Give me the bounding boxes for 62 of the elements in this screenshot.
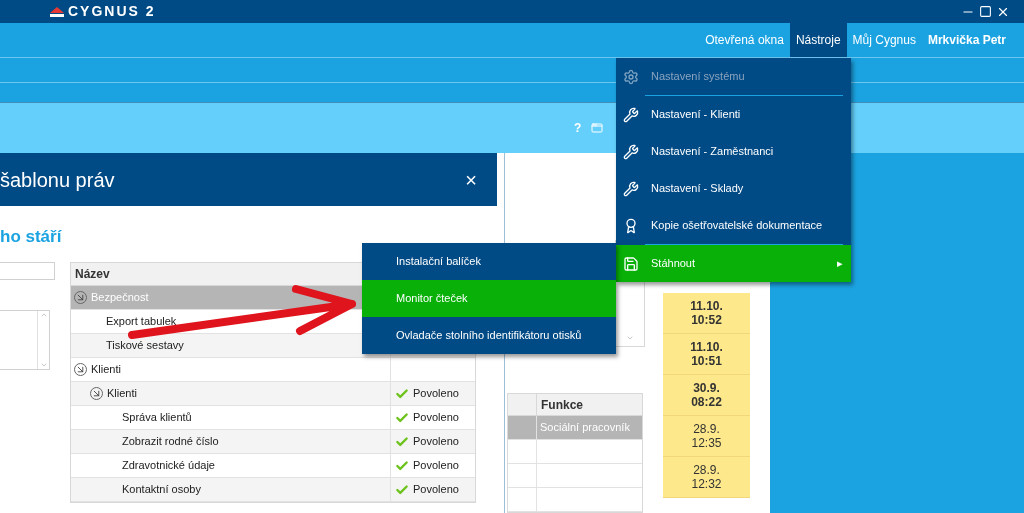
scroll-down-icon[interactable] xyxy=(626,334,634,342)
menu-item[interactable]: Nastavení - Zaměstnanci xyxy=(616,133,851,170)
row-label: Kontaktní osoby xyxy=(122,482,201,498)
rosette-icon xyxy=(623,217,639,234)
table-row[interactable]: Správa klientů Povoleno xyxy=(71,406,475,430)
permission-value: Povoleno xyxy=(413,386,459,402)
check-icon xyxy=(395,410,409,425)
table-row[interactable] xyxy=(508,488,642,512)
input-field[interactable] xyxy=(0,262,55,280)
maximize-icon[interactable] xyxy=(979,4,992,18)
wrench-icon xyxy=(623,180,639,197)
time-cell: 30.9. 08:22 xyxy=(663,375,750,416)
wrench-icon xyxy=(623,143,639,160)
table-row[interactable]: Zobrazit rodné číslo Povoleno xyxy=(71,430,475,454)
nav-label: Mrkvička Petr xyxy=(927,33,1006,47)
table-row[interactable]: Zdravotnické údaje Povoleno xyxy=(71,454,475,478)
gear-icon xyxy=(623,68,639,85)
table-row[interactable] xyxy=(508,464,642,488)
row-label: Tiskové sestavy xyxy=(106,338,184,354)
check-icon xyxy=(395,482,409,497)
row-label: Export tabulek xyxy=(106,314,177,330)
nav-label: Nástroje xyxy=(795,33,841,47)
menu-item[interactable]: Nastavení - Sklady xyxy=(616,170,851,207)
menu-item[interactable]: Nastavení - Klienti xyxy=(616,96,851,133)
row-label: Správa klientů xyxy=(122,410,192,426)
section-heading: ho stáří xyxy=(0,227,62,246)
table-row[interactable]: Klienti Povoleno xyxy=(71,382,475,406)
dialog-title: šablonu práv xyxy=(0,167,115,193)
table-row[interactable]: Kontaktní osoby Povoleno xyxy=(71,478,475,502)
row-label: Zdravotnické údaje xyxy=(122,458,215,474)
table-row[interactable] xyxy=(508,440,642,464)
time-cell: 28.9. 12:32 xyxy=(663,457,750,498)
scroll-up-icon[interactable] xyxy=(39,311,48,319)
scroll-down-icon[interactable] xyxy=(39,361,48,369)
column-header: Název xyxy=(74,266,111,283)
permission-value: Povoleno xyxy=(413,482,459,498)
nav-label: Můj Cygnus xyxy=(852,33,916,47)
wrench-icon xyxy=(623,106,639,123)
nav-label: Otevřená okna xyxy=(705,33,784,47)
nav-menu-item[interactable]: Nástroje xyxy=(789,23,847,57)
check-icon xyxy=(395,458,409,473)
close-button[interactable]: × xyxy=(465,169,477,190)
table-cell-text: Sociální pracovník xyxy=(539,420,631,436)
row-label: Klienti xyxy=(91,362,121,378)
row-label: Klienti xyxy=(107,386,137,402)
row-label: Bezpečnost xyxy=(91,290,149,306)
permission-value: Povoleno xyxy=(413,458,459,474)
menu-item[interactable]: Kopie ošetřovatelské dokumentace xyxy=(616,207,851,244)
window-icon[interactable] xyxy=(591,122,604,134)
row-label: Zobrazit rodné číslo xyxy=(122,434,219,450)
column-header: Funkce xyxy=(540,396,584,414)
menu-item[interactable]: Instalační balíček xyxy=(362,243,616,280)
check-icon xyxy=(395,386,409,401)
table-row[interactable]: Klienti xyxy=(71,358,475,382)
time-cell: 11.10. 10:52 xyxy=(663,293,750,334)
time-cell: 11.10. 10:51 xyxy=(663,334,750,375)
app-logo: CYGNUS 2 xyxy=(50,1,156,22)
permission-value: Povoleno xyxy=(413,434,459,450)
time-cell: 28.9. 12:35 xyxy=(663,416,750,457)
check-icon xyxy=(395,434,409,449)
list-box[interactable] xyxy=(0,310,50,370)
permission-value: Povoleno xyxy=(413,410,459,426)
